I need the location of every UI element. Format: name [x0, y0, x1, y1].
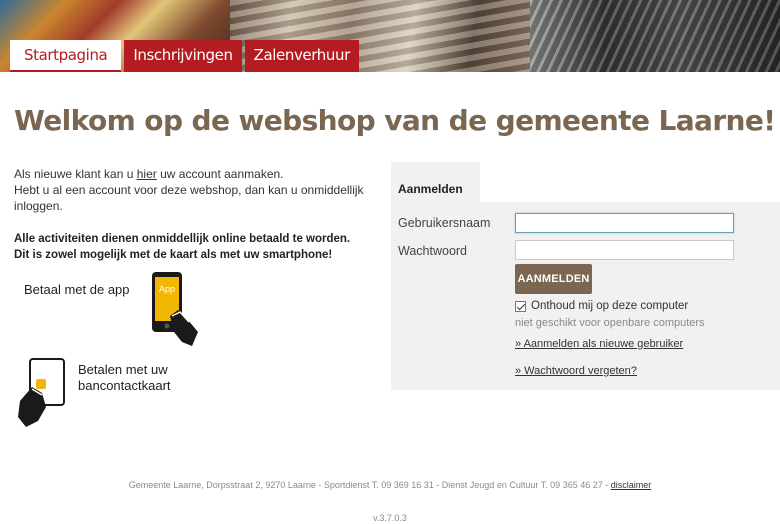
login-tab[interactable]: Aanmelden: [391, 162, 480, 202]
app-icon-text: App: [159, 284, 175, 294]
login-panel: Gebruikersnaam Wachtwoord AANMELDEN Onth…: [391, 202, 780, 390]
intro-line2: Hebt u al een account voor deze webshop,…: [14, 183, 364, 213]
register-here-link[interactable]: hier: [137, 167, 157, 181]
page-title: Welkom op de webshop van de gemeente Laa…: [14, 104, 776, 137]
username-input[interactable]: [515, 213, 734, 233]
remember-me[interactable]: Onthoud mij op deze computer: [515, 300, 688, 312]
tab-zalenverhuur[interactable]: Zalenverhuur: [244, 40, 359, 72]
pay-card-label-line2: bancontactkaart: [78, 378, 171, 393]
username-label: Gebruikersnaam: [398, 216, 491, 230]
version-label: v.3.7.0.3: [373, 513, 407, 523]
forgot-password-link[interactable]: » Wachtwoord vergeten?: [515, 365, 637, 377]
remember-me-checkbox[interactable]: [515, 300, 526, 312]
register-new-user-link[interactable]: » Aanmelden als nieuwe gebruiker: [515, 338, 683, 350]
footer-contact: Gemeente Laarne, Dorpsstraat 2, 9270 Laa…: [128, 480, 611, 490]
intro-line1-after: uw account aanmaken.: [156, 167, 284, 181]
disclaimer-link[interactable]: disclaimer: [611, 480, 652, 490]
payment-notice-line2: Dit is zowel mogelijk met de kaart als m…: [14, 249, 333, 261]
tab-startpagina[interactable]: Startpagina: [10, 40, 122, 72]
intro-text: Als nieuwe klant kan u hier uw account a…: [14, 166, 364, 214]
login-button[interactable]: AANMELDEN: [515, 264, 592, 294]
pay-card-label: Betalen met uw bancontactkaart: [78, 362, 171, 394]
password-label: Wachtwoord: [398, 244, 468, 258]
password-input[interactable]: [515, 240, 734, 260]
banner-photo-chairs: [530, 0, 780, 72]
tab-inschrijvingen[interactable]: Inschrijvingen: [124, 40, 242, 72]
payment-notice: Alle activiteiten dienen onmiddellijk on…: [14, 231, 364, 263]
remember-me-note: niet geschikt voor openbare computers: [515, 317, 705, 329]
intro-line1-before: Als nieuwe klant kan u: [14, 167, 137, 181]
bancontact-card-icon: [18, 358, 65, 427]
main-nav: Startpagina Inschrijvingen Zalenverhuur: [10, 40, 359, 72]
login-tab-label: Aanmelden: [398, 182, 463, 196]
pay-card-label-line1: Betalen met uw: [78, 362, 168, 377]
payment-notice-line1: Alle activiteiten dienen onmiddellijk on…: [14, 233, 351, 245]
remember-me-label: Onthoud mij op deze computer: [531, 300, 689, 312]
footer: Gemeente Laarne, Dorpsstraat 2, 9270 Laa…: [0, 480, 780, 490]
pay-app-label: Betaal met de app: [24, 282, 130, 297]
smartphone-app-icon: App: [152, 272, 198, 346]
